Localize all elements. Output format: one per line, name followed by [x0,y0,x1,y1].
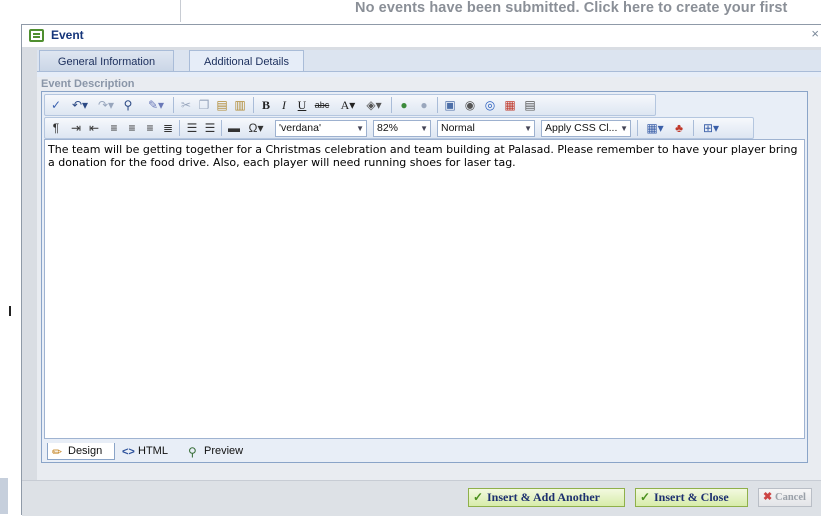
event-form-icon [29,29,44,42]
cancel-icon: ✖ [763,491,773,503]
horizontal-rule-icon[interactable]: ▬ [227,120,241,136]
close-icon[interactable]: × [811,26,819,41]
toolbar-row-2: ¶ ⇥ ⇤ ≡ ≡ ≡ ≣ ☰ ☰ ▬ Ω▾ 'verdana' ▼ 82% ▼ N… [44,117,754,139]
back-color-icon[interactable]: ◈▾ [363,97,385,113]
strikethrough-icon[interactable]: abc [313,97,331,113]
flash-icon[interactable]: ◉ [463,97,477,113]
find-icon[interactable]: ⚲ [121,97,135,113]
check-icon: ✓ [473,490,484,504]
toolbar-row-1: ✓ ↶▾ ↷▾ ⚲ ✎▾ ✂ ❐ ▤ ▥ B I U abc A▾ ◈▾ ● ● [44,94,656,116]
preview-mode-tab[interactable]: ⚲ Preview [184,443,260,460]
font-size-dropdown[interactable]: 82% ▼ [373,120,431,137]
event-dialog: Event × General Information Additional D… [21,24,821,516]
toolbar-separator [221,120,222,136]
outdent-icon[interactable]: ⇤ [87,120,101,136]
image-icon[interactable]: ▣ [443,97,457,113]
media-icon[interactable]: ◎ [483,97,497,113]
toolbar-separator [637,120,638,136]
toolbar-separator [693,120,694,136]
insert-close-button[interactable]: ✓ Insert & Close [635,488,748,507]
editor-content-area[interactable]: The team will be getting together for a … [44,139,805,439]
toolbar-separator [173,97,174,113]
background-marker [9,306,11,316]
paste-icon[interactable]: ▤ [215,97,229,113]
align-right-icon[interactable]: ≡ [143,120,157,136]
underline-icon[interactable]: U [295,97,309,113]
insert-add-another-button[interactable]: ✓ Insert & Add Another [468,488,625,507]
align-center-icon[interactable]: ≡ [125,120,139,136]
paste-word-icon[interactable]: ▥ [233,97,247,113]
table-icon[interactable]: ▦▾ [643,120,667,136]
tab-additional-details[interactable]: Additional Details [189,50,304,73]
italic-icon[interactable]: I [277,97,291,113]
pencil-icon: ✏ [52,445,63,459]
numbered-list-icon[interactable]: ☰ [185,120,199,136]
format-stripper-icon[interactable]: ✎▾ [145,97,167,113]
background-sidebar-edge [0,478,8,514]
font-name-dropdown[interactable]: 'verdana' ▼ [275,120,367,137]
toolbar-separator [437,97,438,113]
hyperlink-icon[interactable]: ● [397,97,411,113]
dialog-titlebar: Event × [22,25,821,47]
font-color-icon[interactable]: A▾ [337,97,359,113]
redo-icon[interactable]: ↷▾ [95,97,117,113]
toolbar-separator [253,97,254,113]
symbol-icon[interactable]: Ω▾ [245,120,267,136]
toolbar-separator [391,97,392,113]
bold-icon[interactable]: B [259,97,273,113]
module-manager-icon[interactable]: ⊞▾ [699,120,723,136]
no-events-notice-link[interactable]: No events have been submitted. Click her… [355,0,787,16]
editor-mode-bar: ✏ Design <> HTML ⚲ Preview [44,441,805,461]
design-mode-tab[interactable]: ✏ Design [47,443,115,460]
document-icon[interactable]: ▦ [503,97,517,113]
align-left-icon[interactable]: ≡ [107,120,121,136]
rich-text-editor: ✓ ↶▾ ↷▾ ⚲ ✎▾ ✂ ❐ ▤ ▥ B I U abc A▾ ◈▾ ● ● [41,91,808,463]
additional-details-panel: Event Description ✓ ↶▾ ↷▾ ⚲ ✎▾ ✂ ❐ ▤ ▥ B… [37,77,821,502]
paragraph-style-dropdown[interactable]: Normal ▼ [437,120,535,137]
dialog-title: Event [51,28,84,42]
spellcheck-icon[interactable]: ✓ [49,97,63,113]
template-icon[interactable]: ▤ [523,97,537,113]
dialog-button-bar: ✓ Insert & Add Another ✓ Insert & Close ✖ C… [22,480,821,516]
tab-strip: General Information Additional Details [37,50,821,73]
code-icon: <> [122,446,135,458]
format-painter-icon[interactable]: ♣ [671,120,687,136]
bulleted-list-icon[interactable]: ☰ [203,120,217,136]
html-mode-tab[interactable]: <> HTML [118,443,178,460]
css-class-dropdown[interactable]: Apply CSS Cl... ▼ [541,120,631,137]
cancel-button[interactable]: ✖ Cancel [758,488,812,507]
justify-icon[interactable]: ≣ [161,120,175,136]
tab-general-information[interactable]: General Information [39,50,174,72]
paragraph-icon[interactable]: ¶ [49,120,63,136]
background-divider [180,0,181,22]
remove-link-icon[interactable]: ● [417,97,431,113]
toolbar-separator [179,120,180,136]
event-description-label: Event Description [41,78,135,90]
undo-icon[interactable]: ↶▾ [69,97,91,113]
cut-icon[interactable]: ✂ [179,97,193,113]
indent-icon[interactable]: ⇥ [69,120,83,136]
check-icon: ✓ [640,490,651,504]
copy-icon[interactable]: ❐ [197,97,211,113]
magnifier-icon: ⚲ [188,445,197,459]
